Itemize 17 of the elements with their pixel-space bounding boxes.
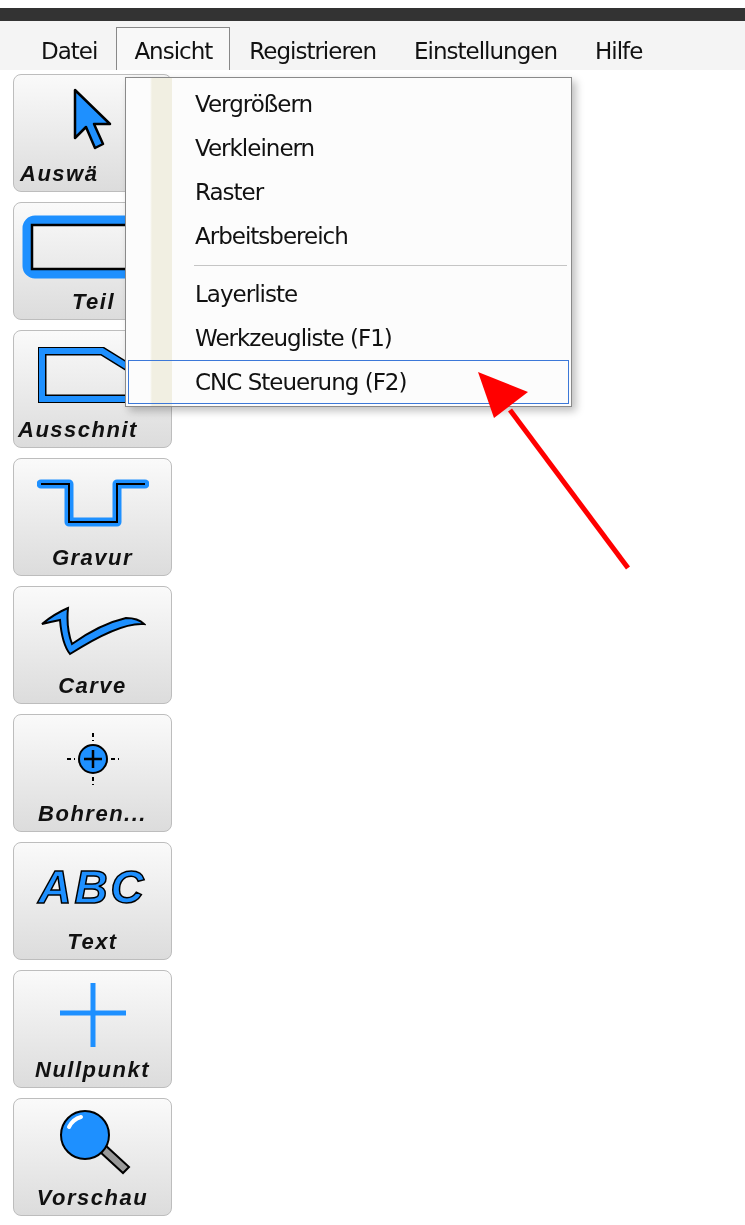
letters-icon: ABC (38, 860, 147, 914)
plus-cross-icon (57, 981, 128, 1049)
tool-button[interactable]: ABC Text (13, 842, 172, 960)
pointer-icon (72, 88, 112, 150)
drill-hole-icon (64, 731, 121, 787)
tool-button[interactable]: Gravur (13, 458, 172, 576)
menu-option[interactable]: CNC Steuerung (F2) (128, 360, 569, 404)
swoosh-icon (39, 604, 146, 658)
menu-item[interactable]: Datei (22, 27, 117, 70)
tool-button[interactable]: Nullpunkt (13, 970, 172, 1088)
tool-button[interactable]: Bohren... (13, 714, 172, 832)
menu-item[interactable]: Einstellungen (395, 27, 576, 70)
menu-item[interactable]: Hilfe (576, 27, 662, 70)
menu-item[interactable]: Registrieren (230, 27, 396, 70)
tool-button[interactable]: Carve (13, 586, 172, 704)
menu-item[interactable]: Ansicht (116, 27, 231, 70)
tool-button[interactable]: Vorschau (13, 1098, 172, 1216)
